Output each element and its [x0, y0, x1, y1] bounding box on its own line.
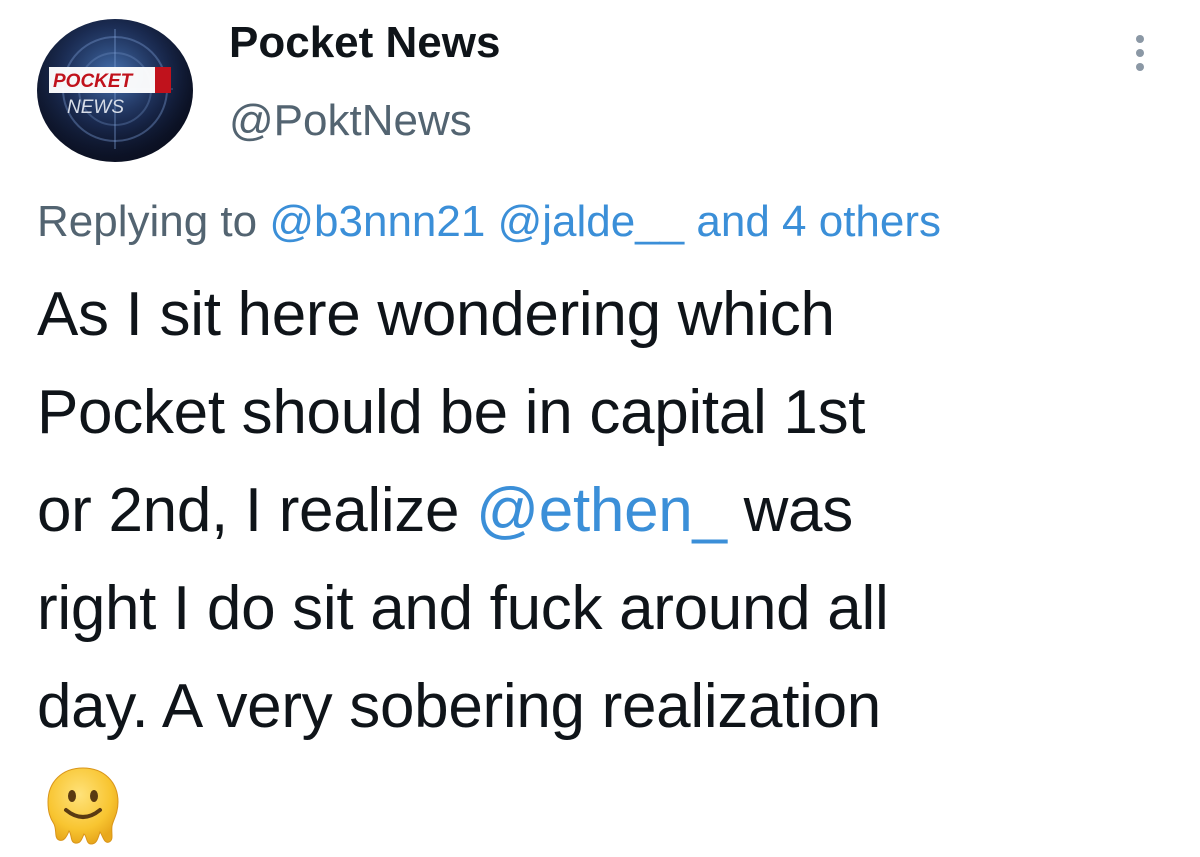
reply-others-link[interactable]: and 4 others [696, 197, 941, 246]
tweet-text-line: Pocket should be in capital 1st [37, 378, 866, 447]
tweet-text: As I sit here wondering which Pocket sho… [37, 266, 1177, 756]
tweet-text-line: or 2nd, I realize @ethen_ was [37, 462, 1177, 560]
avatar-text-bottom: NEWS [67, 97, 124, 118]
tweet-text-segment: was [726, 476, 854, 545]
avatar-text-top: POCKET [53, 71, 134, 92]
more-dot [1136, 35, 1144, 43]
replying-to: Replying to @b3nnn21 @jalde__ and 4 othe… [37, 197, 941, 247]
tweet-text-line: day. A very sobering realization [37, 672, 881, 741]
tweet-text-segment: or 2nd, I realize [37, 476, 477, 545]
more-dot [1136, 63, 1144, 71]
tweet: POCKET NEWS Pocket News @PoktNews Replyi… [0, 0, 1200, 857]
avatar[interactable]: POCKET NEWS [37, 19, 193, 162]
tweet-text-line: right I do sit and fuck around all [37, 574, 889, 643]
user-handle[interactable]: @PoktNews [229, 96, 472, 146]
more-dot [1136, 49, 1144, 57]
tweet-text-line: As I sit here wondering which [37, 280, 835, 349]
reply-mention-jalde[interactable]: @jalde__ [498, 197, 685, 246]
reply-mention-b3nnn21[interactable]: @b3nnn21 [269, 197, 485, 246]
more-dots-vertical-icon[interactable] [1120, 28, 1160, 78]
melting-face-emoji-icon [47, 767, 119, 845]
avatar-logo: POCKET NEWS [37, 19, 193, 162]
tweet-mention-ethen[interactable]: @ethen_ [476, 476, 727, 545]
display-name[interactable]: Pocket News [229, 18, 500, 68]
replying-to-label: Replying to [37, 197, 258, 246]
